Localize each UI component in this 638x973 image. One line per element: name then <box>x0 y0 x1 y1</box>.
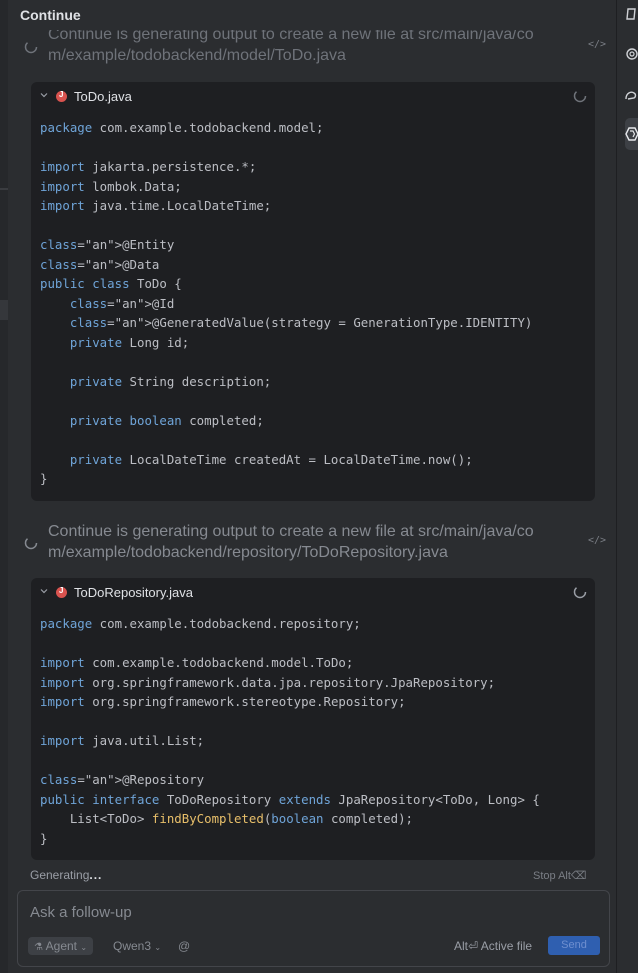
code-line: class="an">@Id <box>69 295 175 311</box>
code-line: private boolean completed; <box>69 412 264 428</box>
java-file-icon <box>56 90 67 102</box>
generating-dots: ... <box>89 868 103 882</box>
step-status-line2: m/example/todobackend/model/ToDo.java <box>48 47 346 64</box>
mention-button[interactable]: @ <box>178 937 190 955</box>
gradle-icon[interactable] <box>622 86 638 104</box>
step-status-text: Continue is generating output to create … <box>48 24 578 66</box>
mode-label: Agent <box>45 939 77 953</box>
code-line: import java.util.List; <box>40 733 205 748</box>
continue-panel: Continue is generating output to create … <box>8 0 616 973</box>
loading-spinner-icon <box>24 40 38 54</box>
chevron-down-icon[interactable] <box>39 90 49 100</box>
code-content: package com.example.todobackend.reposito… <box>40 614 540 848</box>
file-name[interactable]: ToDo.java <box>74 89 132 104</box>
chevron-down-icon: ⌄ <box>80 943 88 952</box>
panel-title: Continue <box>20 7 81 23</box>
editor-edge <box>0 0 8 973</box>
code-line: private String description; <box>69 373 272 389</box>
code-line: class="an">@Repository <box>40 772 205 787</box>
code-content: package com.example.todobackend.model; i… <box>40 118 532 489</box>
send-button[interactable]: Send <box>548 936 600 955</box>
code-line: class="an">@Entity <box>40 237 175 252</box>
step-status-line1: Continue is generating output to create … <box>48 523 534 540</box>
code-line: import org.springframework.stereotype.Re… <box>40 694 406 709</box>
code-block-header: ToDoRepository.java <box>31 578 595 608</box>
follow-up-input[interactable] <box>28 903 592 922</box>
code-line: class="an">@Data <box>40 256 160 272</box>
code-line: } <box>40 830 48 846</box>
code-line: package com.example.todobackend.reposito… <box>40 616 361 631</box>
active-file-shortcut: Alt⏎ <box>454 939 479 953</box>
loading-spinner-icon <box>24 536 38 550</box>
file-name[interactable]: ToDoRepository.java <box>74 585 193 600</box>
code-view-icon[interactable]: </> <box>588 39 606 50</box>
continue-icon[interactable] <box>622 125 638 143</box>
code-line: } <box>40 471 48 486</box>
code-line: import lombok.Data; <box>40 178 182 194</box>
step-status-line2: m/example/todobackend/repository/ToDoRep… <box>48 544 448 561</box>
editor-divider <box>0 188 8 190</box>
editor-scroll-marker <box>0 300 8 320</box>
code-block-repository-java: ToDoRepository.java package com.example.… <box>31 578 595 860</box>
code-line: private Long id; <box>69 334 190 350</box>
model-selector[interactable]: Qwen3 ⌄ <box>113 937 161 957</box>
code-line: public class ToDo { <box>40 276 182 291</box>
code-line: package com.example.todobackend.model; <box>40 120 324 135</box>
java-file-icon <box>56 586 67 598</box>
notification-icon[interactable] <box>622 5 638 23</box>
ai-assistant-icon[interactable] <box>622 45 638 63</box>
active-file-button[interactable]: Alt⏎ Active file <box>454 937 532 955</box>
code-line: class="an">@GeneratedValue(strategy = Ge… <box>69 315 533 330</box>
code-line: private LocalDateTime createdAt = LocalD… <box>69 451 473 467</box>
code-line: public interface ToDoRepository extends … <box>40 791 540 807</box>
code-block-todo-java: ToDo.java package com.example.todobacken… <box>31 82 595 501</box>
code-line: List<ToDo> findByCompleted(boolean compl… <box>40 811 414 826</box>
code-view-icon[interactable]: </> <box>588 535 606 546</box>
generating-indicator: Generating... <box>30 868 102 882</box>
chevron-down-icon[interactable] <box>39 586 49 596</box>
stop-label: Stop <box>533 870 556 882</box>
code-line: import jakarta.persistence.*; <box>40 159 257 174</box>
chat-input-box: ⚗ Agent ⌄ Qwen3 ⌄ @ Alt⏎ Active file Sen… <box>17 890 610 967</box>
loading-spinner-icon <box>573 89 587 103</box>
active-file-label: Active file <box>480 939 533 953</box>
code-line: import com.example.todobackend.model.ToD… <box>40 655 354 670</box>
code-block-header: ToDo.java <box>31 82 595 112</box>
step-status-text: Continue is generating output to create … <box>48 521 578 563</box>
agent-mode-icon: ⚗ <box>34 942 43 953</box>
generating-label: Generating <box>30 868 90 882</box>
loading-spinner-icon <box>573 585 587 599</box>
stop-shortcut: Alt⌫ <box>558 870 587 882</box>
code-line: import java.time.LocalDateTime; <box>40 198 272 213</box>
tool-window-bar <box>616 0 638 973</box>
model-label: Qwen3 <box>113 939 152 953</box>
chevron-down-icon: ⌄ <box>154 943 162 952</box>
stop-button[interactable]: Stop Alt⌫ <box>533 869 587 882</box>
code-line: import org.springframework.data.jpa.repo… <box>40 674 496 690</box>
panel-header: Continue <box>8 0 616 30</box>
mode-selector[interactable]: ⚗ Agent ⌄ <box>28 937 94 955</box>
